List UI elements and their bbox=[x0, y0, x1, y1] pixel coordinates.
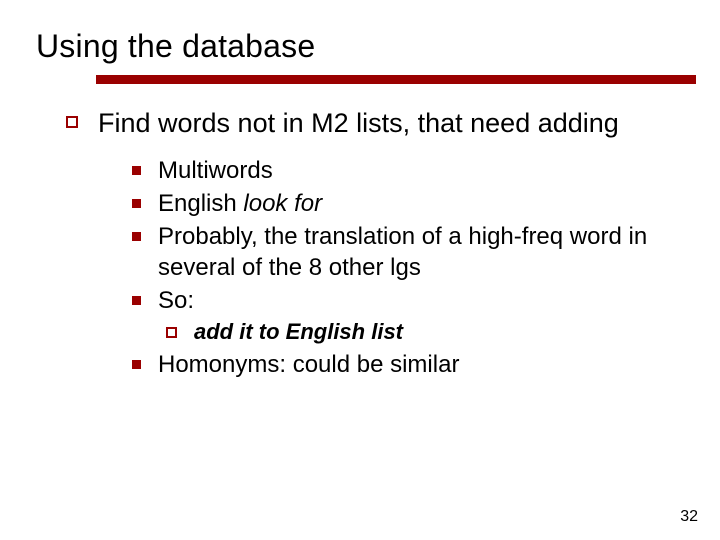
level2-text: Homonyms: could be similar bbox=[158, 351, 459, 378]
level2-text: So: bbox=[158, 287, 194, 314]
bullet-level2: So: add it to English list bbox=[158, 285, 684, 347]
square-filled-bullet-icon bbox=[132, 166, 141, 175]
level3-text: add it to English list bbox=[194, 319, 403, 344]
level3-group: add it to English list bbox=[194, 318, 684, 347]
slide-title: Using the database bbox=[36, 28, 684, 65]
level2-text-italic: look for bbox=[243, 190, 322, 217]
square-filled-bullet-icon bbox=[132, 199, 141, 208]
bullet-level2: English look for bbox=[158, 188, 684, 219]
square-filled-bullet-icon bbox=[132, 360, 141, 369]
square-open-bullet-icon bbox=[166, 327, 177, 338]
level2-group: Multiwords English look for Probably, th… bbox=[158, 155, 684, 381]
slide: Using the database Find words not in M2 … bbox=[0, 0, 720, 540]
bullet-level1: Find words not in M2 lists, that need ad… bbox=[98, 106, 684, 380]
level2-text: Multiwords bbox=[158, 157, 273, 184]
bullet-level2: Probably, the translation of a high-freq… bbox=[158, 221, 684, 283]
square-filled-bullet-icon bbox=[132, 296, 141, 305]
page-number: 32 bbox=[680, 508, 698, 526]
level1-text: Find words not in M2 lists, that need ad… bbox=[98, 108, 619, 138]
bullet-level2: Homonyms: could be similar bbox=[158, 349, 684, 380]
bullet-level3: add it to English list bbox=[194, 318, 684, 347]
level2-text: Probably, the translation of a high-freq… bbox=[158, 223, 647, 281]
square-filled-bullet-icon bbox=[132, 232, 141, 241]
title-underline bbox=[96, 75, 696, 84]
level2-text-prefix: English bbox=[158, 190, 243, 217]
square-open-bullet-icon bbox=[66, 116, 78, 128]
bullet-level2: Multiwords bbox=[158, 155, 684, 186]
